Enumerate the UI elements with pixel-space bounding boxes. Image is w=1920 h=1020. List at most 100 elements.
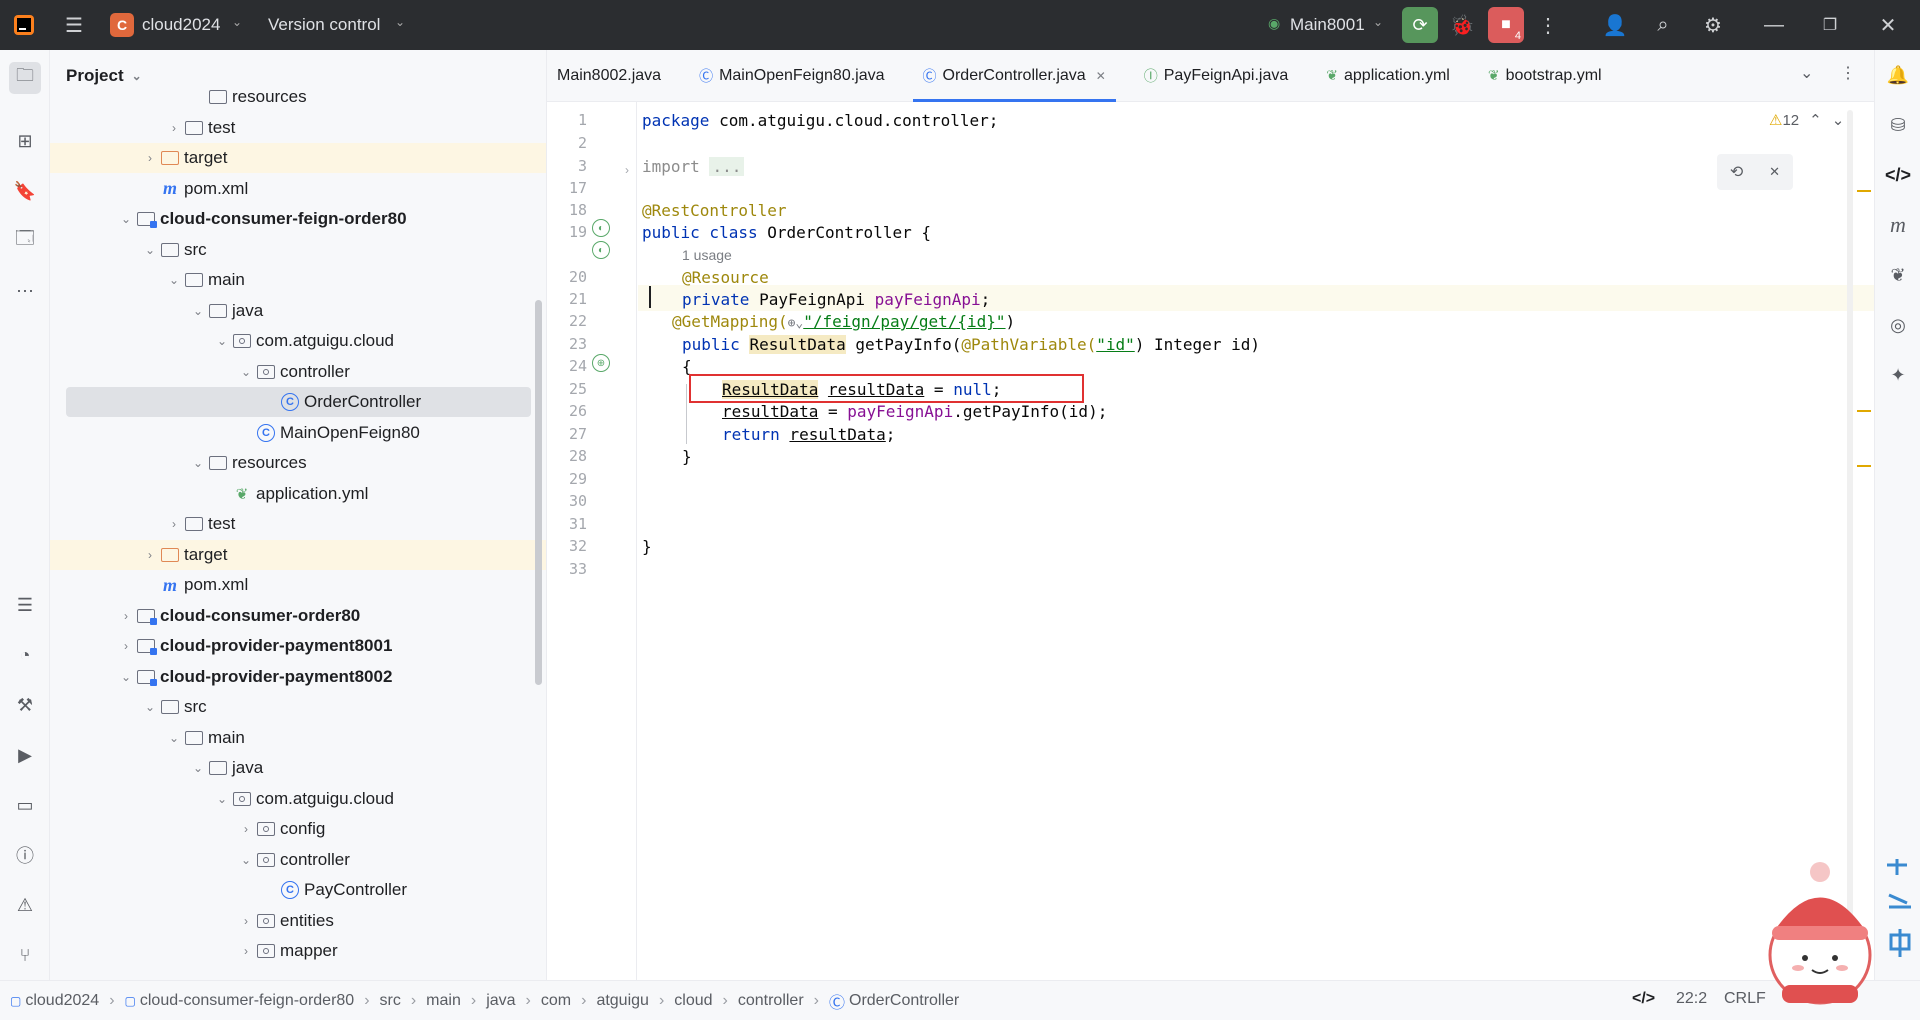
line-number[interactable]: 3 [547,157,587,175]
warning-indicator[interactable]: ⚠12 ⌃ ⌄ [1769,111,1844,129]
tree-item[interactable]: › entities [50,906,546,936]
git-branch-icon[interactable]: ⑂ [12,942,38,968]
chevron-right-icon[interactable]: › [238,944,254,958]
endpoints-status-icon[interactable]: </> [1632,990,1655,1008]
ai-assistant-icon[interactable]: ✦ [1885,362,1911,388]
run-config-selector[interactable]: Main8001 [1290,15,1365,35]
tree-item[interactable]: ⌄ main [50,723,546,753]
more-tools-icon[interactable]: ⋯ [12,278,38,304]
tree-item[interactable]: C MainOpenFeign80 [50,418,546,448]
line-number[interactable]: 27 [547,425,587,443]
chevron-right-icon[interactable]: › [166,121,182,135]
chevron-down-icon[interactable]: ⌄ [232,15,242,29]
fold-chevron-icon[interactable]: › [625,163,629,177]
folded-imports[interactable]: ... [709,157,745,176]
tree-item[interactable]: ⌄ controller [50,357,546,387]
tree-item[interactable]: ⌄ src [50,235,546,265]
code-editor[interactable]: 1 2 3 17 18 19 20 21 22 23 24 25 26 27 28 29 30 31 32 33 ◐ … [547,102,1874,980]
warning-icon[interactable]: ⚠ [12,892,38,918]
tree-item[interactable]: › target [50,539,546,570]
line-number[interactable]: 19 [547,223,587,241]
tree-item[interactable]: m pom.xml [50,174,546,204]
line-number[interactable]: 20 [547,268,587,286]
tree-item[interactable]: › test [50,113,546,143]
breadcrumb-item[interactable]: com [541,992,571,1010]
tree-item[interactable]: › cloud-consumer-order80 [50,601,546,631]
chevron-down-icon[interactable]: ⌄ [190,456,206,470]
warning-stripe[interactable] [1857,190,1871,192]
build-icon[interactable]: ⚒ [12,692,38,718]
chevron-right-icon[interactable]: › [166,517,182,531]
tree-item[interactable]: › cloud-provider-payment8001 [50,631,546,661]
editor-tab[interactable]: ❦ bootstrap.yml [1478,50,1612,102]
warning-stripe[interactable] [1857,465,1871,467]
tree-item[interactable]: C OrderController [66,387,531,417]
reload-maven-icon[interactable]: ⟲ [1730,162,1743,182]
chevron-down-icon[interactable]: ⌄ [190,761,206,775]
breadcrumb-item[interactable]: ▢ cloud-consumer-feign-order80 [125,992,355,1010]
main-menu-icon[interactable]: ☰ [60,11,88,39]
line-number[interactable]: 17 [547,179,587,197]
notifications-icon[interactable]: 🔔 [1885,62,1911,88]
line-number[interactable]: 32 [547,537,587,555]
line-number[interactable]: 33 [547,560,587,578]
globe-icon[interactable]: ⊕⌄ [788,316,804,331]
line-number[interactable]: 25 [547,380,587,398]
run-services-icon[interactable]: ▶ [12,742,38,768]
search-icon[interactable]: ⌕ [1649,11,1677,39]
tree-item[interactable]: › mapper [50,936,546,966]
endpoint-icon[interactable]: ⊕ [592,354,610,372]
tree-item[interactable]: ⌄ com.atguigu.cloud [50,784,546,814]
editor-tab[interactable]: Ⓒ MainOpenFeign80.java [689,50,894,102]
usage-hint[interactable]: 1 usage [682,247,732,263]
tree-item[interactable]: › target [50,143,546,173]
chevron-right-icon[interactable]: › [238,822,254,836]
more-actions-icon[interactable]: ⋮ [1534,11,1562,39]
breadcrumb-item[interactable]: controller [738,992,804,1010]
chevron-down-icon[interactable]: ⌄ [132,69,142,83]
tree-item[interactable]: ❦ application.yml [50,479,546,509]
tree-item[interactable]: ⌄ cloud-provider-payment8002 [50,662,546,692]
tree-item[interactable]: ⌄ resources [50,448,546,478]
line-number[interactable]: 2 [547,134,587,152]
database-icon[interactable]: ⛁ [1885,112,1911,138]
editor-tab[interactable]: Ⓒ OrderController.java ✕ [912,50,1116,102]
debug-sessions-icon[interactable]: ◎ [1885,312,1911,338]
profiler-icon[interactable]: ◔ [12,642,38,668]
project-name[interactable]: cloud2024 [142,15,220,35]
caret-position[interactable]: 22:2 [1676,990,1707,1008]
line-number[interactable]: 18 [547,201,587,219]
tree-item[interactable]: ⌄ main [50,265,546,295]
chevron-down-icon[interactable]: ⌄ [1832,112,1845,129]
line-number[interactable]: 31 [547,515,587,533]
editor-tab[interactable]: Ⓘ PayFeignApi.java [1134,50,1299,102]
version-control-menu[interactable]: Version control [268,15,380,35]
tree-item[interactable]: ⌄ com.atguigu.cloud [50,326,546,356]
chevron-down-icon[interactable]: ⌄ [118,670,134,684]
spring-icon[interactable]: ❦ [1885,262,1911,288]
bookmarks-icon[interactable]: 🔖 [12,178,38,204]
breadcrumb-item[interactable]: cloud [674,992,712,1010]
intellij-logo-icon[interactable] [10,11,38,39]
tree-item[interactable]: m pom.xml [50,570,546,600]
gear-icon[interactable]: ⚙ [1699,11,1727,39]
tree-item[interactable]: ⌄ cloud-consumer-feign-order80 [50,204,546,234]
close-icon[interactable]: ✕ [1769,164,1780,180]
tree-item[interactable]: ⌄ controller [50,845,546,875]
tabs-dropdown-icon[interactable]: ⌄ [1800,63,1813,83]
chevron-down-icon[interactable]: ⌄ [238,365,254,379]
chevron-down-icon[interactable]: ⌄ [1373,15,1383,29]
warning-stripe[interactable] [1857,410,1871,412]
line-number[interactable]: 21 [547,290,587,308]
tree-item[interactable]: resources [50,82,546,112]
breadcrumb-item[interactable]: java [486,992,515,1010]
chevron-down-icon[interactable]: ⌄ [118,212,134,226]
line-number[interactable]: 23 [547,335,587,353]
debug-icon[interactable]: 🐞 [1448,11,1476,39]
line-number[interactable]: 30 [547,492,587,510]
spring-bean-icon[interactable]: ◐ [592,219,610,237]
rerun-button[interactable]: ⟳ [1402,7,1438,43]
services-icon[interactable]: 🗔 [12,228,38,254]
chevron-down-icon[interactable]: ⌄ [190,304,206,318]
maven-icon[interactable]: m [1885,212,1911,238]
